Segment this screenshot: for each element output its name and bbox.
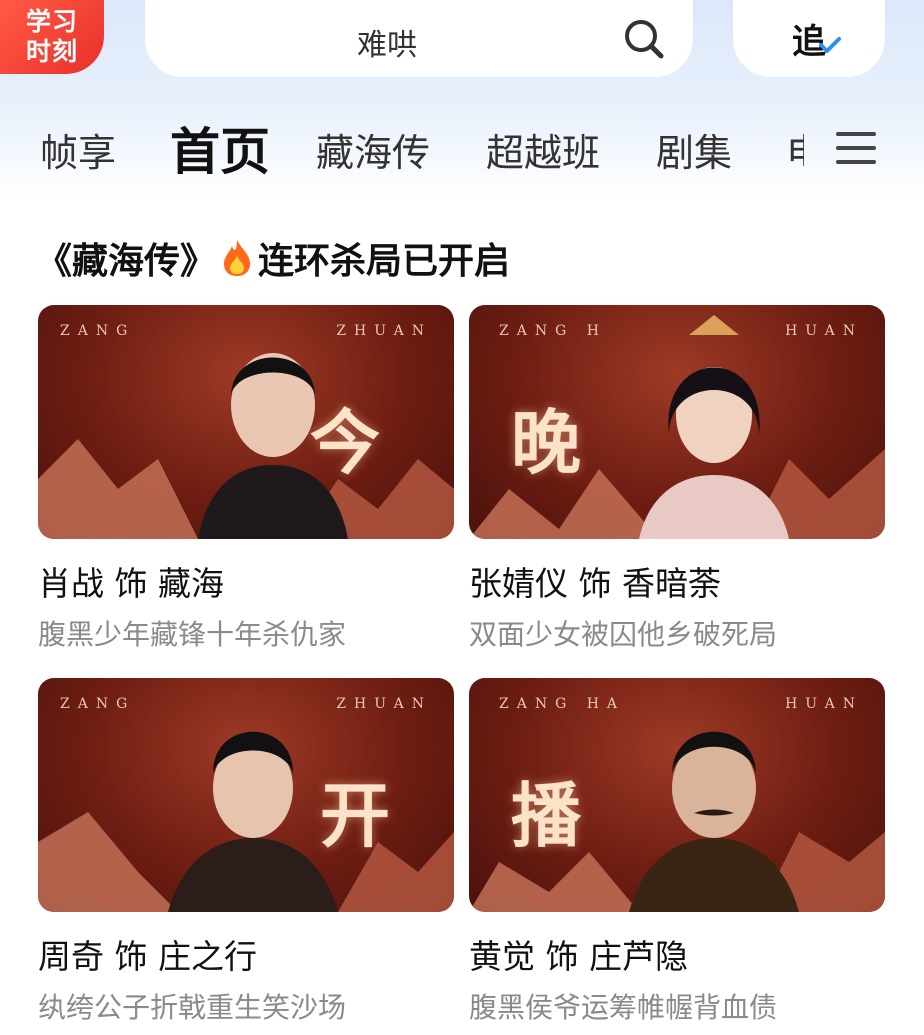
poster-brand-left: ZANG HA — [499, 696, 626, 712]
search-icon[interactable] — [621, 16, 665, 60]
poster-image[interactable]: ZANG ZHUAN 今 — [38, 305, 454, 539]
search-query-text: 难哄 — [357, 28, 417, 63]
top-header: 学习 时刻 难哄 追 帧享 首页 藏海传 超越班 剧集 电 — [0, 0, 924, 198]
menu-icon[interactable] — [834, 126, 878, 170]
follow-button[interactable]: 追 — [733, 0, 885, 77]
poster-brand-left: ZANG H — [499, 323, 607, 339]
tab-juji[interactable]: 剧集 — [656, 122, 732, 177]
card-description: 双面少女被囚他乡破死局 — [469, 618, 778, 651]
card-title[interactable]: 周奇 饰 庄之行 — [38, 930, 454, 978]
poster-brand-right: HUAN — [785, 323, 863, 339]
section-title-prefix: 《藏海传》 — [36, 241, 217, 282]
card-description: 纨绔公子折戟重生笑沙场 — [38, 991, 347, 1024]
study-moment-badge[interactable]: 学习 时刻 — [0, 0, 104, 74]
badge-line1: 学习 — [25, 7, 78, 36]
poster-brand-right: HUAN — [785, 696, 863, 712]
drama-card[interactable]: ZANG ZHUAN 开 周奇 饰 庄之行 纨绔公子折戟重生笑沙场 — [38, 678, 454, 1026]
tab-home[interactable]: 首页 — [170, 112, 270, 184]
tab-chaoyueban[interactable]: 超越班 — [486, 122, 600, 177]
poster-character: 播 — [511, 774, 581, 857]
check-icon — [819, 37, 841, 53]
section-title-suffix: 连环杀局已开启 — [258, 241, 511, 282]
poster-image[interactable]: ZANG HA HUAN 播 — [469, 678, 885, 912]
drama-card[interactable]: ZANG HA HUAN 播 黄觉 饰 庄芦隐 腹黑侯爷运筹帷幄背血债 — [469, 678, 885, 1026]
badge-line2: 时刻 — [25, 37, 78, 66]
poster-brand-right: ZHUAN — [336, 323, 432, 339]
actor-figure — [629, 731, 799, 912]
poster-character: 晚 — [511, 401, 581, 484]
poster-character: 今 — [310, 401, 380, 484]
tab-canghaizhuan[interactable]: 藏海传 — [316, 122, 430, 177]
section-title: 《藏海传》 连环杀局已开启 — [36, 232, 510, 284]
poster-brand-left: ZANG — [60, 696, 136, 712]
poster-brand-right: ZHUAN — [336, 696, 432, 712]
card-title[interactable]: 肖战 饰 藏海 — [38, 557, 454, 605]
search-bar[interactable]: 难哄 — [145, 0, 693, 77]
card-title[interactable]: 黄觉 饰 庄芦隐 — [469, 930, 885, 978]
tab-zhenxiang[interactable]: 帧享 — [40, 122, 116, 177]
poster-image[interactable]: ZANG ZHUAN 开 — [38, 678, 454, 912]
drama-card[interactable]: ZANG ZHUAN 今 肖战 饰 藏海 腹黑少年藏锋十年杀仇家 — [38, 305, 454, 653]
actor-figure — [639, 315, 789, 539]
poster-brand-left: ZANG — [60, 323, 136, 339]
channel-tabs: 帧享 首页 藏海传 超越班 剧集 电 — [0, 110, 924, 190]
poster-image[interactable]: ZANG H HUAN 晚 — [469, 305, 885, 539]
card-description: 腹黑侯爷运筹帷幄背血债 — [469, 991, 778, 1024]
card-title[interactable]: 张婧仪 饰 香暗荼 — [469, 557, 885, 605]
card-description: 腹黑少年藏锋十年杀仇家 — [38, 618, 347, 651]
drama-card[interactable]: ZANG H HUAN 晚 张婧仪 饰 香暗荼 双面少女被囚他乡破死局 — [469, 305, 885, 653]
poster-character: 开 — [320, 774, 390, 857]
fire-icon — [224, 240, 251, 276]
tab-dianying-partial[interactable]: 电 — [786, 122, 804, 177]
